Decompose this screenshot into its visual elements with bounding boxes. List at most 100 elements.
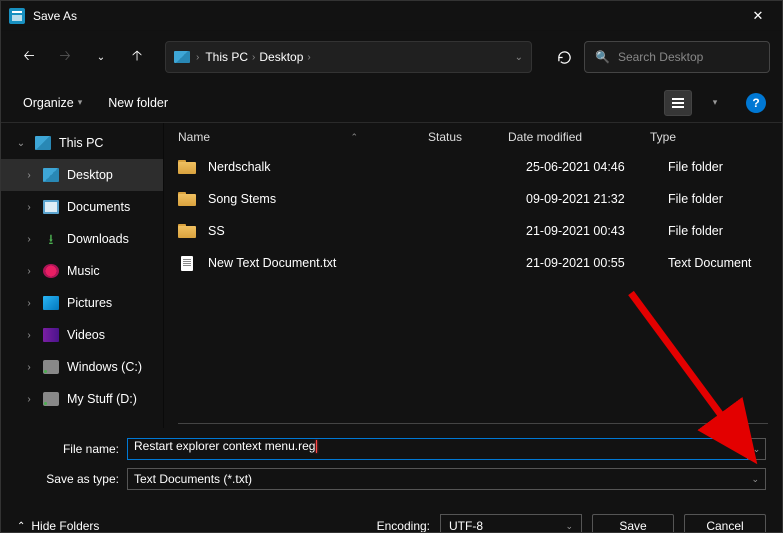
address-bar[interactable]: › This PC › Desktop › ⌄ [165, 41, 532, 73]
chevron-up-icon: ⌃ [17, 521, 25, 532]
organize-button[interactable]: Organize ▾ [17, 92, 88, 114]
music-icon [43, 264, 59, 278]
pc-icon [35, 136, 51, 150]
sidebar-item-label: Downloads [67, 232, 129, 246]
main-area: ⌄ This PC › Desktop › Documents › ⭳ Down… [1, 123, 782, 428]
sidebar-item-pictures[interactable]: › Pictures [1, 287, 163, 319]
sort-indicator-icon: ⌃ [350, 132, 358, 143]
save-button[interactable]: Save [592, 514, 674, 533]
save-form: File name: Restart explorer context menu… [1, 428, 782, 504]
drive-icon [43, 360, 59, 374]
sidebar-item-label: This PC [59, 136, 103, 150]
column-name[interactable]: Name ⌃ [178, 130, 428, 144]
chevron-down-icon: ⌄ [15, 138, 27, 149]
sidebar-item-drive-d[interactable]: › My Stuff (D:) [1, 383, 163, 415]
file-date: 21-09-2021 00:55 [526, 256, 668, 270]
file-name: SS [208, 224, 446, 238]
history-dropdown[interactable]: ⌄ [85, 41, 117, 73]
scrollbar[interactable] [178, 423, 768, 424]
chevron-right-icon: › [23, 234, 35, 245]
column-type[interactable]: Type [650, 130, 782, 144]
file-name: Song Stems [208, 192, 446, 206]
sidebar-item-this-pc[interactable]: ⌄ This PC [1, 127, 163, 159]
chevron-right-icon: › [23, 362, 35, 373]
chevron-right-icon: › [23, 394, 35, 405]
documents-icon [43, 200, 59, 214]
chevron-right-icon: › [23, 266, 35, 277]
sidebar-item-music[interactable]: › Music [1, 255, 163, 287]
title-bar: Save As ✕ [1, 1, 782, 31]
file-row[interactable]: Song Stems 09-09-2021 21:32 File folder [164, 183, 782, 215]
breadcrumb: This PC › Desktop › [205, 50, 508, 64]
savetype-combo[interactable]: Text Documents (*.txt) ⌄ [127, 468, 766, 490]
new-folder-button[interactable]: New folder [102, 92, 174, 114]
file-list: Name ⌃ Status Date modified Type Nerdsch… [163, 123, 782, 428]
close-button[interactable]: ✕ [738, 1, 778, 31]
sidebar-item-label: Videos [67, 328, 105, 342]
nav-bar: 🡠 🡢 ⌄ 🡡 › This PC › Desktop › ⌄ 🔍 Search… [1, 31, 782, 83]
encoding-label: Encoding: [377, 519, 430, 533]
chevron-down-icon: ⌄ [565, 521, 573, 532]
sidebar-item-label: Pictures [67, 296, 112, 310]
breadcrumb-sep-icon: › [196, 52, 199, 63]
filename-dropdown[interactable]: ⌄ [748, 438, 766, 460]
sidebar: ⌄ This PC › Desktop › Documents › ⭳ Down… [1, 123, 163, 428]
chevron-down-icon: ▾ [78, 97, 83, 108]
column-status[interactable]: Status [428, 130, 508, 144]
cancel-button[interactable]: Cancel [684, 514, 766, 533]
sidebar-item-desktop[interactable]: › Desktop [1, 159, 163, 191]
file-date: 21-09-2021 00:43 [526, 224, 668, 238]
downloads-icon: ⭳ [43, 232, 59, 246]
file-rows: Nerdschalk 25-06-2021 04:46 File folder … [164, 151, 782, 423]
videos-icon [43, 328, 59, 342]
breadcrumb-desktop[interactable]: Desktop [259, 50, 303, 64]
sidebar-item-label: Windows (C:) [67, 360, 142, 374]
refresh-icon [557, 50, 572, 65]
toolbar: Organize ▾ New folder ▾ ? [1, 83, 782, 123]
sidebar-item-label: Music [67, 264, 100, 278]
sidebar-item-label: My Stuff (D:) [67, 392, 137, 406]
sidebar-item-documents[interactable]: › Documents [1, 191, 163, 223]
address-dropdown[interactable]: ⌄ [515, 52, 523, 63]
file-type: File folder [668, 192, 782, 206]
chevron-down-icon: ⌄ [751, 474, 759, 485]
file-row[interactable]: Nerdschalk 25-06-2021 04:46 File folder [164, 151, 782, 183]
search-placeholder: Search Desktop [618, 50, 703, 64]
file-name: New Text Document.txt [208, 256, 446, 270]
desktop-icon [43, 168, 59, 182]
view-options-button[interactable] [664, 90, 692, 116]
file-type: Text Document [668, 256, 782, 270]
back-button[interactable]: 🡠 [13, 41, 45, 73]
chevron-right-icon: › [23, 330, 35, 341]
save-as-dialog: Save As ✕ 🡠 🡢 ⌄ 🡡 › This PC › Desktop › … [0, 0, 783, 533]
column-date[interactable]: Date modified [508, 130, 650, 144]
sidebar-item-label: Documents [67, 200, 130, 214]
file-name: Nerdschalk [208, 160, 446, 174]
breadcrumb-this-pc[interactable]: This PC [205, 50, 248, 64]
file-row[interactable]: SS 21-09-2021 00:43 File folder [164, 215, 782, 247]
encoding-combo[interactable]: UTF-8 ⌄ [440, 514, 582, 533]
sidebar-item-drive-c[interactable]: › Windows (C:) [1, 351, 163, 383]
file-row[interactable]: New Text Document.txt 21-09-2021 00:55 T… [164, 247, 782, 279]
up-button[interactable]: 🡡 [121, 41, 153, 73]
hide-folders-button[interactable]: ⌃ Hide Folders [17, 519, 99, 533]
folder-icon [178, 224, 196, 238]
search-input[interactable]: 🔍 Search Desktop [584, 41, 770, 73]
view-dropdown[interactable]: ▾ [706, 90, 724, 116]
chevron-right-icon: › [307, 52, 310, 63]
pictures-icon [43, 296, 59, 310]
forward-button[interactable]: 🡢 [49, 41, 81, 73]
text-file-icon [181, 256, 193, 271]
footer: ⌃ Hide Folders Encoding: UTF-8 ⌄ Save Ca… [1, 504, 782, 533]
sidebar-item-label: Desktop [67, 168, 113, 182]
refresh-button[interactable] [548, 41, 580, 73]
help-button[interactable]: ? [746, 93, 766, 113]
file-date: 25-06-2021 04:46 [526, 160, 668, 174]
sidebar-item-downloads[interactable]: › ⭳ Downloads [1, 223, 163, 255]
app-icon [9, 8, 25, 24]
chevron-right-icon: › [252, 52, 255, 63]
folder-icon [178, 192, 196, 206]
sidebar-item-videos[interactable]: › Videos [1, 319, 163, 351]
file-type: File folder [668, 224, 782, 238]
filename-input[interactable]: Restart explorer context menu.reg [127, 438, 748, 460]
